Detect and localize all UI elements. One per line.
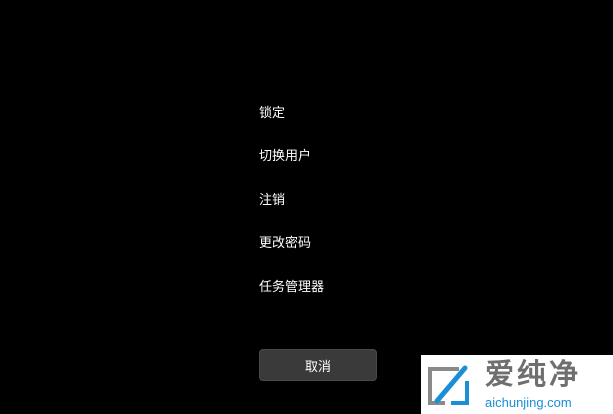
site-watermark: 爱纯净 aichunjing.com [421,355,613,414]
sign-out-option[interactable]: 注销 [259,191,285,211]
task-manager-option[interactable]: 任务管理器 [259,278,324,298]
watermark-brand: 爱纯净 [485,357,582,391]
cancel-button[interactable]: 取消 [259,349,377,381]
cancel-button-label: 取消 [304,359,331,375]
change-password-option[interactable]: 更改密码 [259,234,311,254]
lock-option[interactable]: 锁定 [259,104,285,124]
switch-user-option[interactable]: 切换用户 [259,147,311,167]
watermark-domain: aichunjing.com [485,395,572,410]
slash-logo-icon [428,365,469,405]
